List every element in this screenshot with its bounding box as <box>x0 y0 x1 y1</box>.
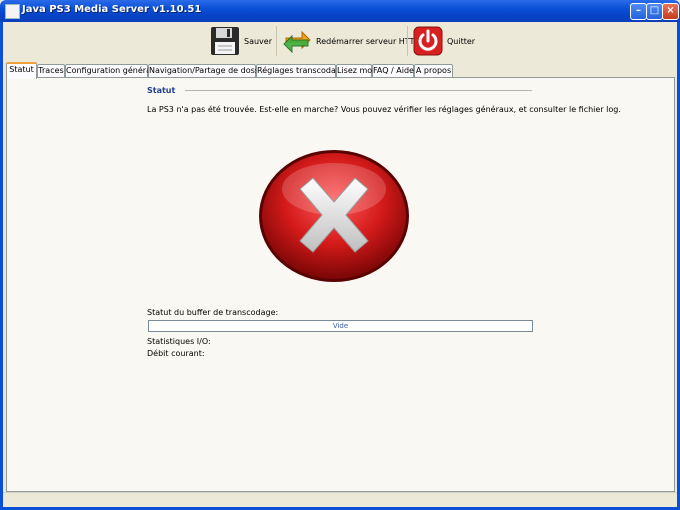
section-title: Statut <box>147 86 176 95</box>
status-message: La PS3 n'a pas été trouvée. Est-elle en … <box>147 105 621 114</box>
floppy-disk-icon <box>211 27 239 55</box>
current-rate-label: Débit courant: <box>147 349 205 358</box>
save-label: Sauver <box>244 36 272 46</box>
tab-a-propos[interactable]: A propos <box>414 64 453 77</box>
tab-faq-aide[interactable]: FAQ / Aide <box>372 64 414 77</box>
app-window: Java PS3 Media Server v1.10.51 – □ × Sau… <box>0 0 680 510</box>
quit-label: Quitter <box>447 36 476 46</box>
tab-configuration-generale[interactable]: Configuration générale <box>65 64 158 77</box>
save-button[interactable]: Sauver <box>210 24 272 58</box>
transcode-buffer-progress: Vide <box>148 320 533 332</box>
status-panel: Statut La PS3 n'a pas été trouvée. Est-e… <box>6 77 675 492</box>
tab-statut[interactable]: Statut <box>6 62 37 79</box>
minimize-button[interactable]: – <box>630 3 647 20</box>
io-stats-label: Statistiques I/O: <box>147 337 211 346</box>
close-button[interactable]: × <box>662 3 679 20</box>
refresh-arrows-icon <box>283 30 311 54</box>
quit-button[interactable]: Quitter <box>413 24 475 58</box>
tab-traces[interactable]: Traces <box>37 64 65 77</box>
restart-http-button[interactable]: Redémarrer serveur HTTP <box>282 24 419 58</box>
buffer-value: Vide <box>332 322 349 330</box>
title-bar[interactable]: Java PS3 Media Server v1.10.51 – □ × <box>0 0 680 22</box>
app-icon <box>5 4 20 19</box>
window-title: Java PS3 Media Server v1.10.51 <box>22 4 202 15</box>
maximize-button[interactable]: □ <box>646 3 663 20</box>
tab-reglages-transcodage[interactable]: Réglages transcodage <box>256 64 346 77</box>
window-border-left <box>0 22 3 510</box>
restart-http-label: Redémarrer serveur HTTP <box>316 36 420 46</box>
section-divider <box>185 90 532 91</box>
power-icon <box>413 26 443 56</box>
error-x-icon <box>259 150 409 282</box>
tab-lisez-moi[interactable]: Lisez moi <box>336 64 374 77</box>
toolbar-separator <box>276 26 277 56</box>
status-bar <box>3 492 677 508</box>
buffer-status-label: Statut du buffer de transcodage: <box>147 308 279 317</box>
toolbar: Sauver Redémarrer serveur HTTP Quitter <box>3 22 677 62</box>
toolbar-separator <box>407 26 408 56</box>
tab-navigation-partage[interactable]: Navigation/Partage de dossiers <box>148 64 274 77</box>
